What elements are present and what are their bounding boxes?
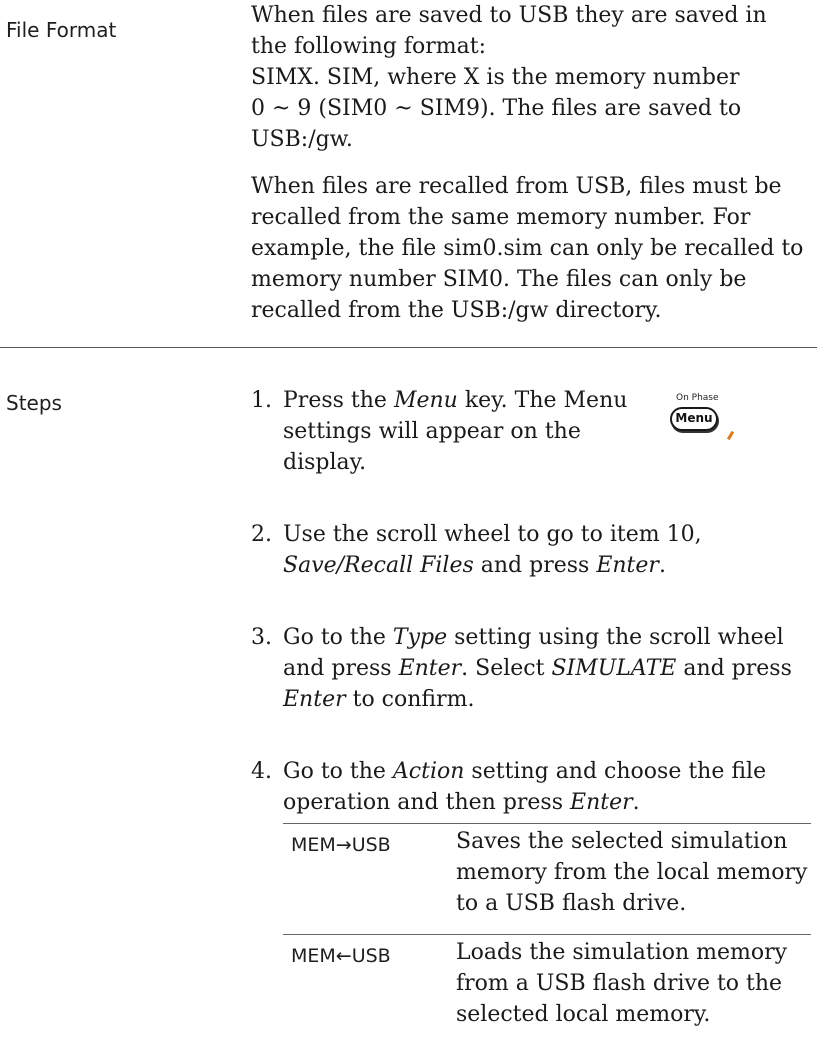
table-row: MEM→USB Saves the selected simulation me… (283, 824, 811, 934)
table-row: MEM←USB Loads the simulation memory from… (283, 935, 811, 1045)
text-line: recalled from the same memory number. Fo… (251, 205, 751, 230)
option-name: SIMULATE (551, 656, 677, 681)
indicator-mark (726, 430, 735, 441)
text-line: selected local memory. (456, 1002, 711, 1027)
action-key: MEM←USB (291, 945, 391, 967)
text-run: . (658, 553, 666, 578)
action-description: Loads the simulation memory from a USB f… (456, 937, 811, 1030)
file-format-paragraph-1: When files are saved to USB they are sav… (251, 0, 811, 155)
text-line: USB:/gw. (251, 127, 353, 152)
step-text: Go to the Type setting using the scroll … (283, 622, 792, 715)
file-format-paragraph-2: When files are recalled from USB, files … (251, 171, 811, 326)
text-line: the following format: (251, 34, 486, 59)
menu-item-name: Save/Recall Files (283, 553, 474, 578)
steps-label: Steps (6, 391, 62, 415)
text-line: memory number SIM0. The files can only b… (251, 267, 747, 292)
text-run: to confirm. (345, 687, 475, 712)
setting-name: Type (392, 625, 448, 650)
section-divider (0, 347, 817, 348)
text-run: operation and then press (283, 790, 571, 815)
key-name: Enter (398, 656, 462, 681)
text-run: setting and choose the file (464, 759, 767, 784)
menu-key-button-graphic: Menu (670, 407, 718, 431)
text-run: settings will appear on the (283, 419, 581, 444)
text-line: Saves the selected simulation (456, 829, 788, 854)
text-line: example, the file sim0.sim can only be r… (251, 236, 804, 261)
text-run: and press (676, 656, 792, 681)
text-run: Go to the (283, 625, 393, 650)
file-format-description: When files are saved to USB they are sav… (251, 0, 811, 326)
text-run: key. The Menu (457, 388, 628, 413)
action-key: MEM→USB (291, 834, 391, 856)
text-run: Go to the (283, 759, 393, 784)
text-line: from a USB flash drive to the (456, 971, 783, 996)
step-number: 1. (251, 388, 272, 413)
text-run: and press (283, 656, 399, 681)
file-format-label: File Format (6, 18, 117, 42)
step-text: Press the Menu key. The Menu settings wi… (283, 385, 627, 478)
menu-key-caption: On Phase (676, 393, 719, 403)
text-run: display. (283, 450, 367, 475)
text-run: Press the (283, 388, 394, 413)
step-number: 3. (251, 625, 272, 650)
text-line: to a USB flash drive. (456, 891, 687, 916)
step-number: 2. (251, 522, 272, 547)
key-name: Enter (596, 553, 659, 578)
text-line: memory from the local memory (456, 860, 808, 885)
step-text: Use the scroll wheel to go to item 10, S… (283, 519, 702, 581)
menu-key-icon: On Phase Menu (666, 393, 738, 447)
text-line: SIMX. SIM, where X is the memory number (251, 65, 740, 90)
text-line: When files are saved to USB they are sav… (251, 3, 767, 28)
text-run: Use the scroll wheel to go to item 10, (283, 522, 702, 547)
text-run: setting using the scroll wheel (447, 625, 784, 650)
key-name: Enter (570, 790, 633, 815)
setting-name: Action (392, 759, 465, 784)
text-line: Loads the simulation memory (456, 940, 788, 965)
key-name: Menu (393, 388, 458, 413)
key-name: Enter (283, 687, 346, 712)
action-options-table: MEM→USB Saves the selected simulation me… (283, 823, 811, 1045)
step-text: Go to the Action setting and choose the … (283, 756, 766, 818)
action-description: Saves the selected simulation memory fro… (456, 826, 811, 919)
text-run: . (632, 790, 640, 815)
text-run: . Select (461, 656, 552, 681)
step-number: 4. (251, 759, 272, 784)
text-line: 0 ~ 9 (SIM0 ~ SIM9). The files are saved… (251, 96, 742, 121)
text-line: recalled from the USB:/gw directory. (251, 298, 662, 323)
text-run: and press (473, 553, 597, 578)
text-line: When files are recalled from USB, files … (251, 174, 782, 199)
